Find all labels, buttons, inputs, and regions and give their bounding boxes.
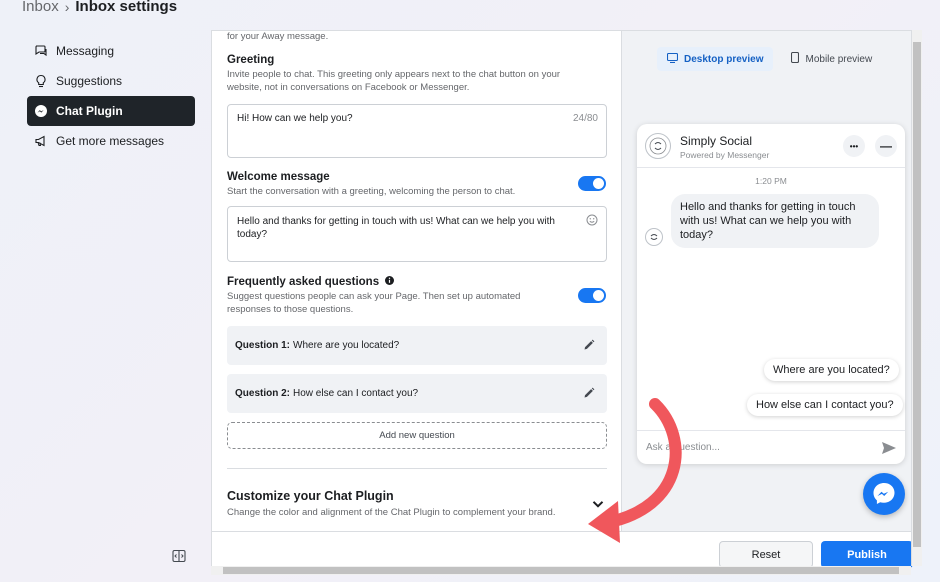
sidebar-item-messaging[interactable]: Messaging xyxy=(27,36,195,66)
question-label: Question 1: xyxy=(235,340,291,351)
messenger-icon xyxy=(34,104,48,118)
sidebar-item-label: Messaging xyxy=(56,44,115,58)
tab-desktop-preview[interactable]: Desktop preview xyxy=(657,47,774,71)
greeting-desc: Invite people to chat. This greeting onl… xyxy=(227,69,561,93)
faq-question-1[interactable]: Question 1: Where are you located? xyxy=(227,326,607,365)
sidebar-item-label: Chat Plugin xyxy=(56,104,123,118)
page-title: Inbox settings xyxy=(75,0,178,15)
faq-title-row: Frequently asked questions xyxy=(227,276,607,288)
chat-page-name: Simply Social xyxy=(680,134,753,148)
sidebar-item-suggestions[interactable]: Suggestions xyxy=(27,66,195,96)
welcome-toggle[interactable] xyxy=(578,176,606,191)
preview-tabs: Desktop preview Mobile preview xyxy=(657,47,882,71)
publish-button[interactable]: Publish xyxy=(821,541,913,568)
sidebar-item-chat-plugin[interactable]: Chat Plugin xyxy=(27,96,195,126)
add-question-button[interactable]: Add new question xyxy=(227,422,607,449)
welcome-input-value: Hello and thanks for getting in touch wi… xyxy=(237,216,555,240)
greeting-input[interactable]: Hi! How can we help you? 24/80 xyxy=(227,104,607,158)
desktop-icon xyxy=(666,52,679,66)
minimize-button[interactable]: — xyxy=(875,135,897,157)
sidebar-item-label: Suggestions xyxy=(56,74,123,88)
faq-title: Frequently asked questions xyxy=(227,276,380,289)
scrollbar-thumb[interactable] xyxy=(913,42,921,547)
question-text: Where are you located? xyxy=(293,340,400,351)
megaphone-icon xyxy=(34,134,48,148)
more-options-button[interactable]: ••• xyxy=(843,135,865,157)
emoji-icon[interactable] xyxy=(586,214,598,230)
vertical-scrollbar[interactable] xyxy=(911,30,922,566)
breadcrumb: Inbox › Inbox settings xyxy=(22,0,177,15)
sidebar: Messaging Suggestions Chat Plugin Get mo… xyxy=(27,36,195,156)
welcome-title: Welcome message xyxy=(227,171,330,183)
welcome-message-bubble: Hello and thanks for getting in touch wi… xyxy=(671,194,879,248)
page-avatar-small xyxy=(645,228,663,246)
welcome-input[interactable]: Hello and thanks for getting in touch wi… xyxy=(227,206,607,262)
away-message-desc: for your Away message. xyxy=(227,31,329,42)
sidebar-item-label: Get more messages xyxy=(56,134,165,148)
chat-header: Simply Social Powered by Messenger ••• — xyxy=(637,124,905,168)
annotation-arrow-icon xyxy=(588,398,682,543)
lightbulb-icon xyxy=(34,74,48,88)
tab-mobile-preview[interactable]: Mobile preview xyxy=(781,47,882,71)
chevron-right-icon: › xyxy=(64,0,70,15)
message-timestamp: 1:20 PM xyxy=(755,176,787,186)
tab-label: Mobile preview xyxy=(805,53,873,65)
scrollbar-thumb[interactable] xyxy=(223,567,899,574)
faq-question-2[interactable]: Question 2: How else can I contact you? xyxy=(227,374,607,413)
chat-bubbles-icon xyxy=(34,44,48,58)
mobile-icon xyxy=(791,51,800,66)
question-label: Question 2: xyxy=(235,388,291,399)
faq-toggle[interactable] xyxy=(578,288,606,303)
sidebar-item-get-more-messages[interactable]: Get more messages xyxy=(27,126,195,156)
greeting-title: Greeting xyxy=(227,54,275,66)
send-icon[interactable] xyxy=(881,440,897,456)
faq-desc: Suggest questions people can ask your Pa… xyxy=(227,291,521,315)
quick-reply-1[interactable]: Where are you located? xyxy=(764,359,899,381)
horizontal-scrollbar[interactable] xyxy=(211,566,911,575)
pencil-icon[interactable] xyxy=(583,339,595,351)
greeting-char-counter: 24/80 xyxy=(572,113,598,124)
messenger-icon xyxy=(873,483,895,504)
tab-label: Desktop preview xyxy=(684,53,764,65)
page-avatar xyxy=(645,133,671,159)
messenger-chat-button[interactable] xyxy=(863,473,905,515)
greeting-input-value: Hi! How can we help you? xyxy=(237,113,353,124)
sidebar-collapse-icon[interactable] xyxy=(172,549,186,563)
section-divider xyxy=(227,468,607,469)
customize-title[interactable]: Customize your Chat Plugin xyxy=(227,489,607,503)
customize-desc: Change the color and alignment of the Ch… xyxy=(227,507,556,518)
quick-reply-2[interactable]: How else can I contact you? xyxy=(747,394,903,416)
breadcrumb-root[interactable]: Inbox xyxy=(22,0,59,15)
question-text: How else can I contact you? xyxy=(293,388,419,399)
info-icon[interactable] xyxy=(385,276,395,288)
chat-powered-by: Powered by Messenger xyxy=(680,150,770,160)
reset-button[interactable]: Reset xyxy=(719,541,813,568)
welcome-desc: Start the conversation with a greeting, … xyxy=(227,186,516,197)
